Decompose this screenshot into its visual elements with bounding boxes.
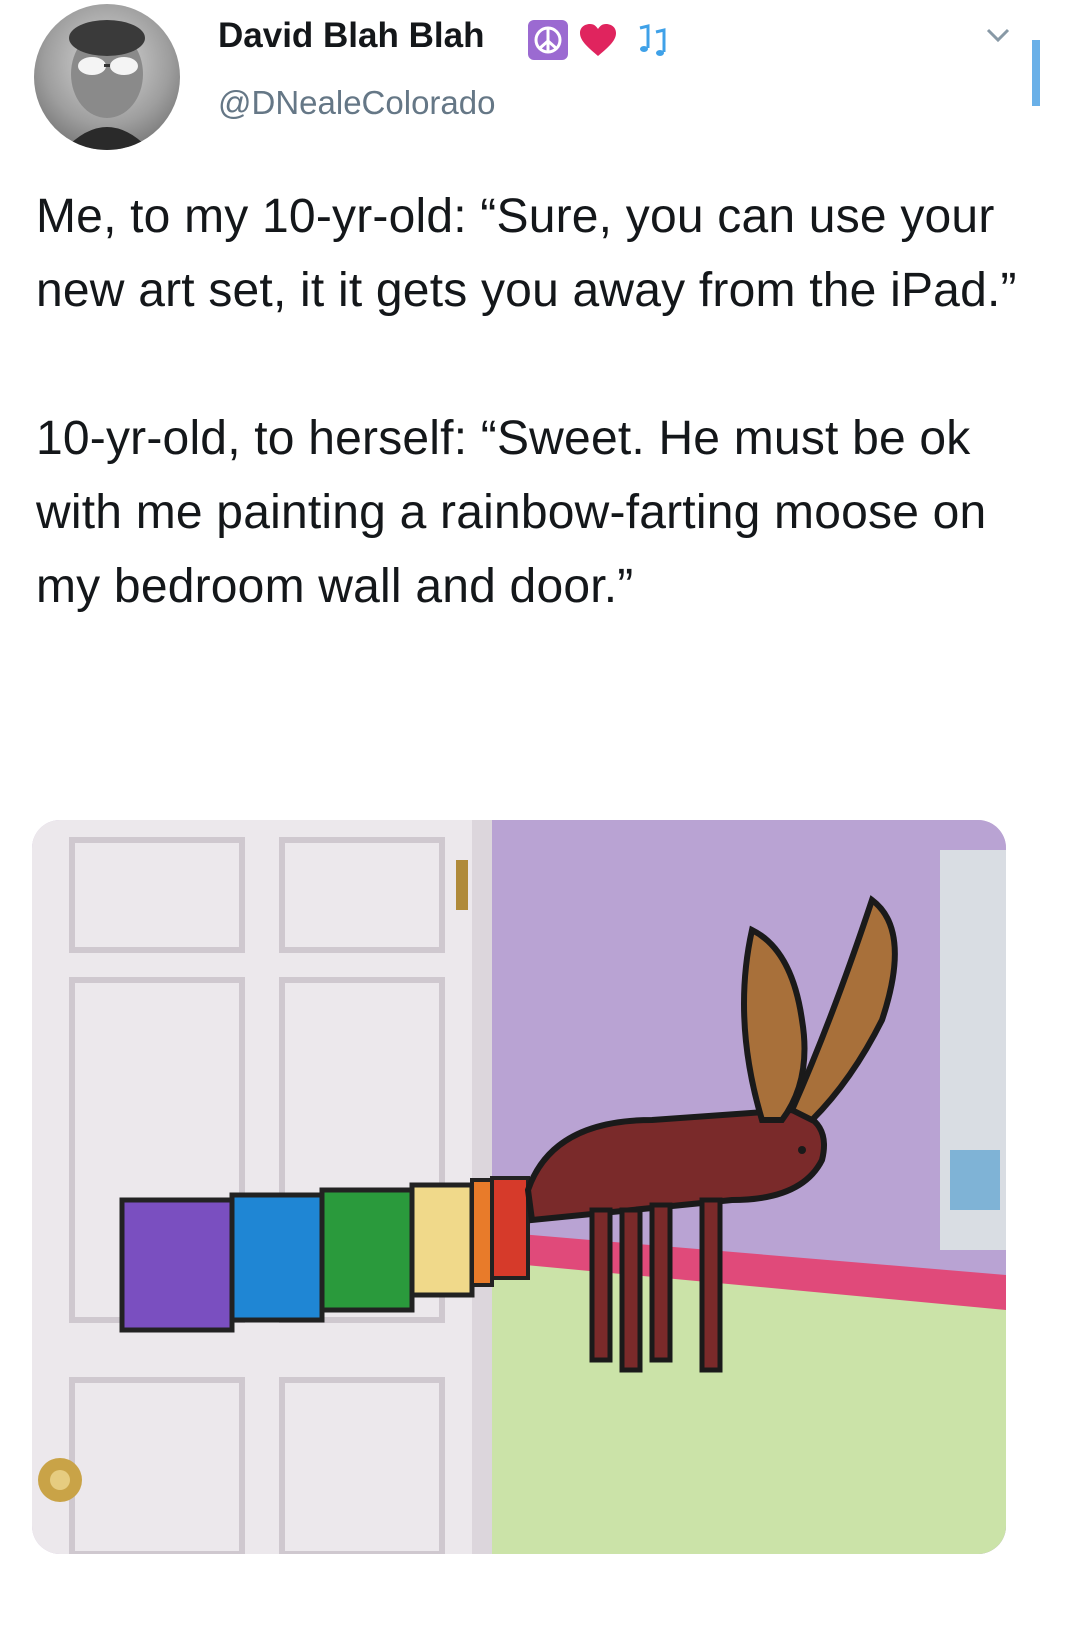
tweet-text: Me, to my 10-yr-old: “Sure, you can use …	[36, 190, 1017, 613]
user-handle[interactable]: @DNealeColorado	[218, 84, 495, 122]
tweet-photo[interactable]	[32, 820, 1006, 1554]
display-name[interactable]: David Blah Blah	[218, 16, 484, 56]
scroll-indicator	[1032, 40, 1040, 106]
heart-icon	[576, 20, 620, 60]
music-notes-icon	[628, 20, 672, 60]
chevron-down-icon[interactable]	[984, 24, 1012, 46]
peace-icon	[528, 20, 568, 60]
profile-badges	[528, 18, 672, 62]
moose-painting-image	[32, 820, 1006, 1554]
tweet: David Blah Blah @DNealeColorado Me, to m…	[0, 0, 1080, 1631]
avatar[interactable]	[34, 4, 180, 150]
